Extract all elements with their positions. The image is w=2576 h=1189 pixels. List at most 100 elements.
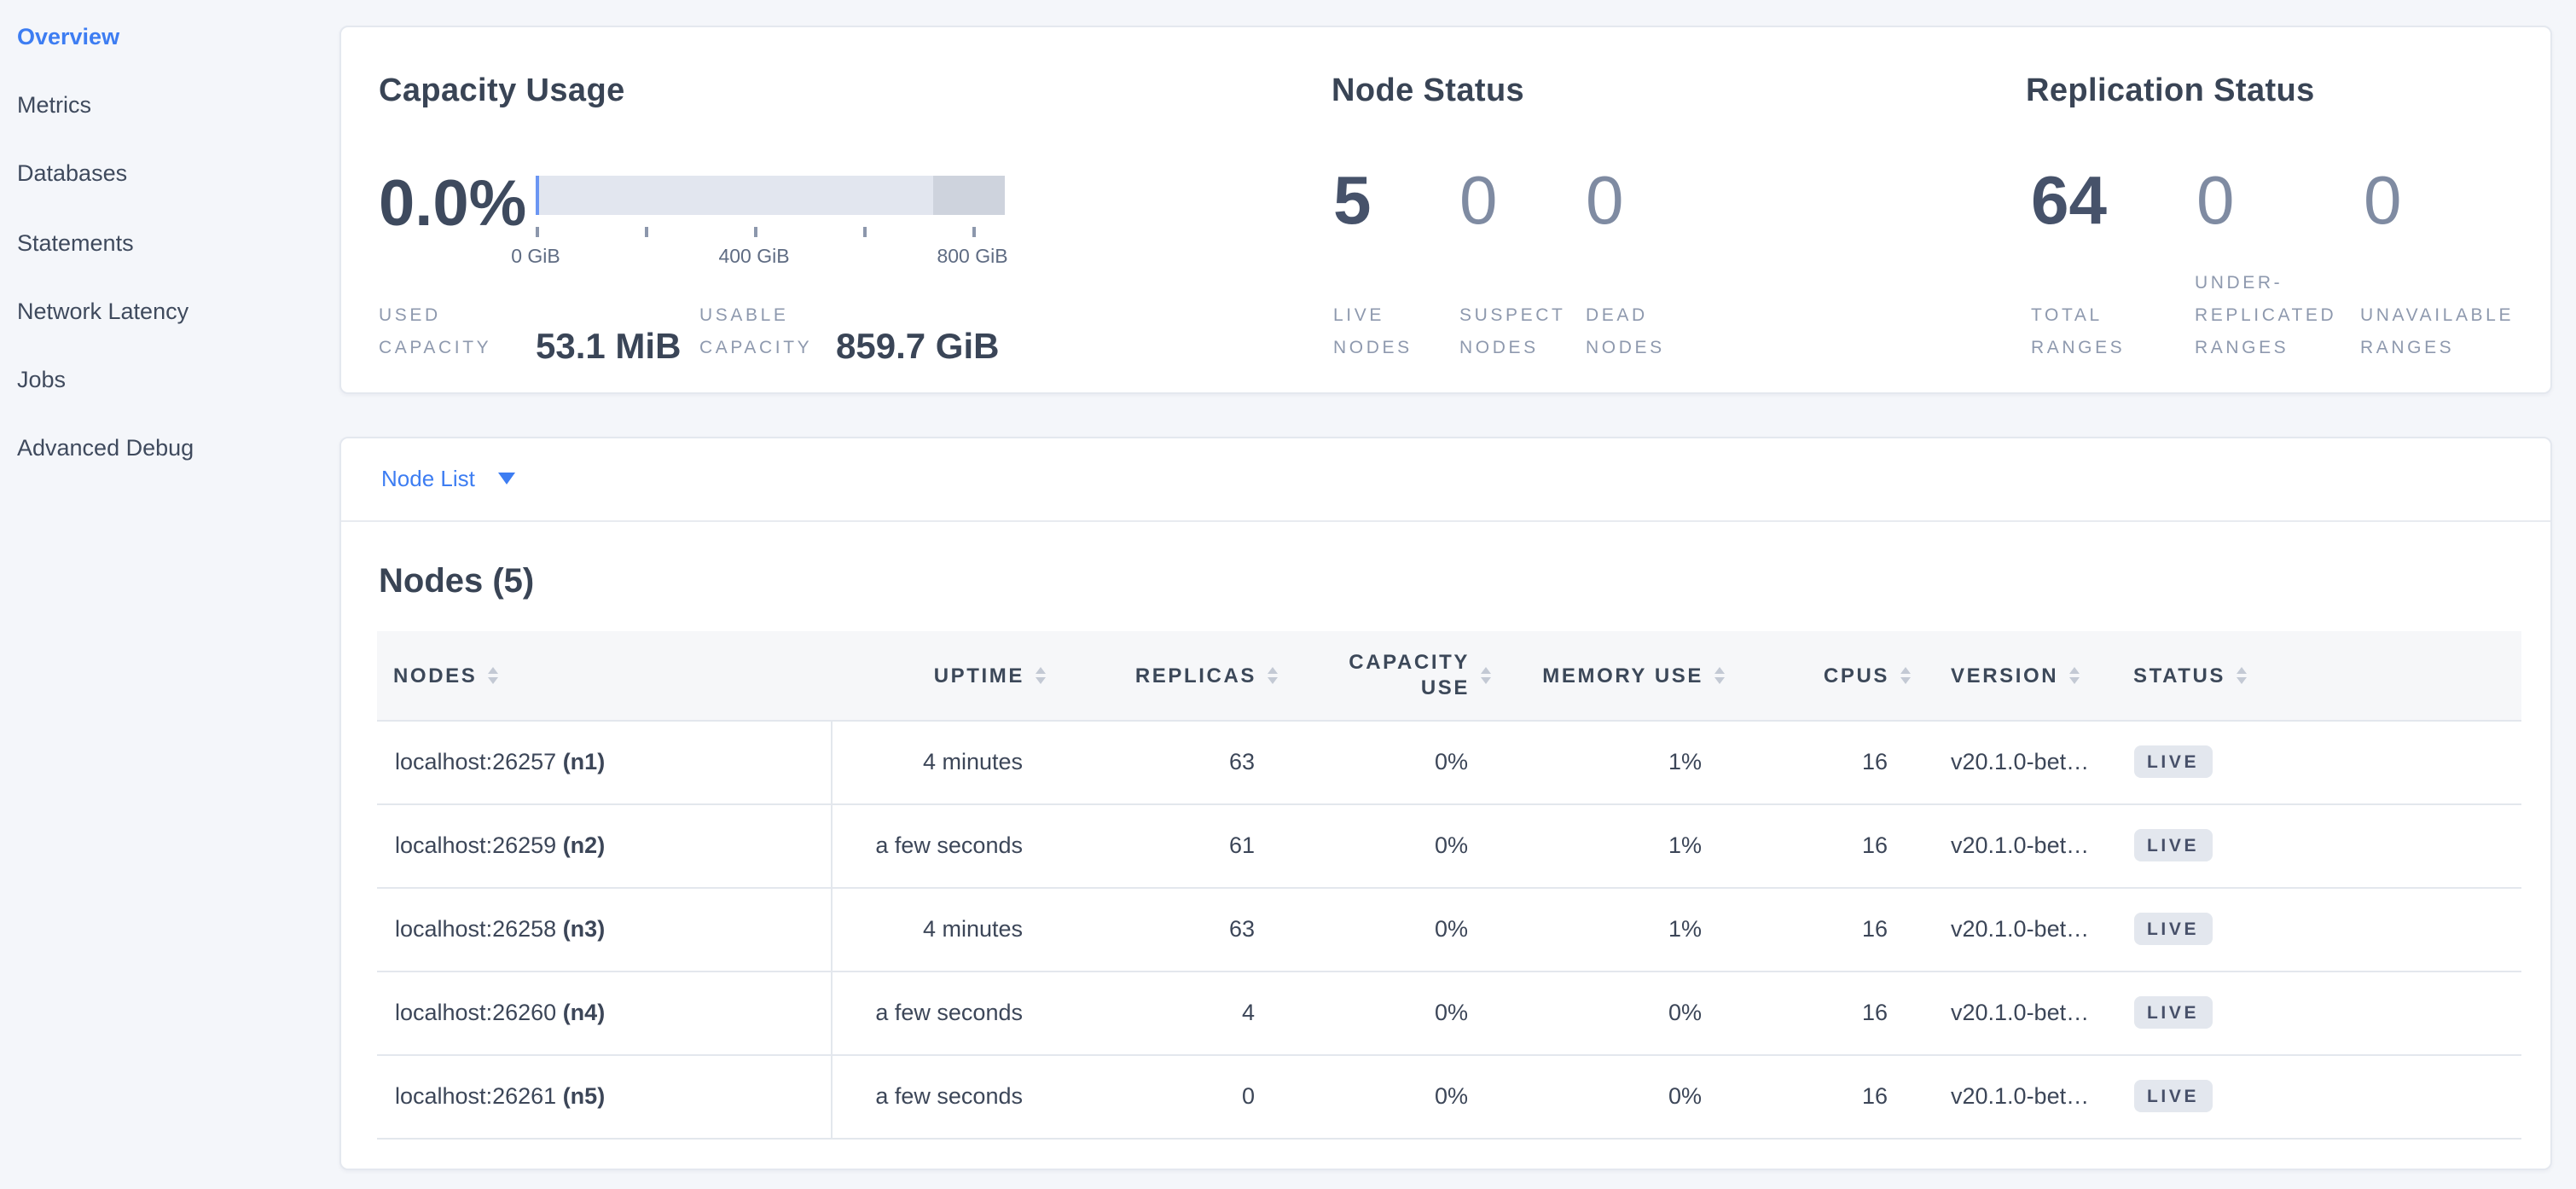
capacity-use-cell: 0%	[1285, 971, 1499, 1054]
cpus-cell: 16	[1732, 720, 1918, 803]
column-header-cpus[interactable]: CPUS	[1732, 631, 1918, 720]
axis-tick	[972, 226, 975, 236]
version-cell: v20.1.0-bet…	[1918, 803, 2101, 887]
node-address-link[interactable]: localhost:26257	[395, 749, 556, 774]
column-header-capacity-use[interactable]: CAPACITY USE	[1285, 631, 1499, 720]
dead-nodes-count: 0	[1586, 163, 1624, 238]
table-row-node-1[interactable]: localhost:26257 (n1) 4 minutes 63 0% 1% …	[376, 720, 2521, 803]
capacity-used-percent: 0.0%	[379, 170, 526, 238]
column-header-status[interactable]: STATUS	[2101, 631, 2521, 720]
capacity-use-cell: 0%	[1285, 887, 1499, 971]
table-row-node-3[interactable]: localhost:26258 (n3) 4 minutes 63 0% 1% …	[376, 887, 2521, 971]
column-header-replicas[interactable]: REPLICAS	[1053, 631, 1285, 720]
column-header-memory-use[interactable]: MEMORY USE	[1499, 631, 1732, 720]
sidebar-item-statements[interactable]: Statements	[0, 208, 338, 277]
column-label: NODES	[393, 664, 477, 687]
memory-use-cell: 1%	[1499, 887, 1732, 971]
capacity-bar-used-segment	[536, 175, 539, 214]
column-label: STATUS	[2133, 664, 2225, 687]
node-list-view-selector[interactable]: Node List	[340, 438, 2550, 521]
version-cell: v20.1.0-bet…	[1918, 971, 2101, 1054]
sidebar-item-label: Overview	[17, 23, 119, 49]
memory-use-cell: 1%	[1499, 720, 1732, 803]
sidebar-item-label: Advanced Debug	[17, 436, 194, 461]
nodes-count-heading: Nodes (5)	[379, 561, 534, 602]
sidebar-item-label: Metrics	[17, 92, 91, 118]
axis-tick	[863, 226, 866, 236]
axis-tick	[536, 226, 538, 236]
suspect-nodes-count: 0	[1459, 163, 1498, 238]
node-list-card: Node List Nodes (5) NODES UP	[339, 437, 2551, 1169]
capacity-use-cell: 0%	[1285, 803, 1499, 887]
table-header-row: NODES UPTIME REPLICAS CAPACITY USE	[376, 631, 2521, 720]
nodes-table: NODES UPTIME REPLICAS CAPACITY USE	[376, 631, 2521, 1139]
capacity-use-cell: 0%	[1285, 1054, 1499, 1138]
table-row-node-5[interactable]: localhost:26261 (n5) a few seconds 0 0% …	[376, 1054, 2521, 1138]
node-address-link[interactable]: localhost:26258	[395, 916, 556, 942]
under-replicated-ranges-count: 0	[2196, 163, 2235, 238]
capacity-use-cell: 0%	[1285, 720, 1499, 803]
sidebar-item-metrics[interactable]: Metrics	[0, 71, 338, 140]
sidebar-item-overview[interactable]: Overview	[0, 2, 338, 71]
table-row-node-2[interactable]: localhost:26259 (n2) a few seconds 61 0%…	[376, 803, 2521, 887]
sidebar-item-label: Databases	[17, 160, 127, 186]
column-header-uptime[interactable]: UPTIME	[832, 631, 1053, 720]
sidebar-item-label: Jobs	[17, 367, 66, 392]
sidebar-item-label: Network Latency	[17, 299, 189, 324]
sidebar-item-databases[interactable]: Databases	[0, 139, 338, 208]
status-badge: LIVE	[2133, 829, 2213, 862]
sidebar-item-advanced-debug[interactable]: Advanced Debug	[0, 415, 338, 484]
node-list-selector-label: Node List	[381, 467, 475, 492]
table-row-node-4[interactable]: localhost:26260 (n4) a few seconds 4 0% …	[376, 971, 2521, 1054]
replicas-cell: 63	[1053, 887, 1285, 971]
node-address-link[interactable]: localhost:26259	[395, 832, 556, 858]
column-label: REPLICAS	[1135, 664, 1256, 687]
dead-nodes-label: DEAD NODES	[1586, 269, 1671, 364]
unavailable-ranges-label: UNAVAILABLE RANGES	[2360, 269, 2531, 364]
memory-use-cell: 0%	[1499, 1054, 1732, 1138]
column-header-version[interactable]: VERSION	[1918, 631, 2101, 720]
sidebar-item-network-latency[interactable]: Network Latency	[0, 276, 338, 345]
sidebar-item-jobs[interactable]: Jobs	[0, 345, 338, 415]
column-label: CAPACITY USE	[1340, 650, 1470, 701]
node-id: (n4)	[563, 1000, 606, 1025]
uptime-cell: a few seconds	[832, 1054, 1053, 1138]
replicas-cell: 4	[1053, 971, 1285, 1054]
axis-tick	[754, 226, 757, 236]
node-address-link[interactable]: localhost:26261	[395, 1083, 556, 1109]
used-capacity-value: 53.1 MiB	[536, 327, 681, 368]
column-label: MEMORY USE	[1542, 664, 1703, 687]
axis-tick-label: 400 GiB	[699, 246, 809, 267]
node-id: (n2)	[563, 832, 606, 858]
column-label: UPTIME	[934, 664, 1024, 687]
axis-tick-label: 800 GiB	[918, 246, 1027, 267]
column-label: CPUS	[1824, 664, 1889, 687]
sort-icon	[1035, 667, 1045, 684]
sort-icon	[1900, 667, 1910, 684]
node-id: (n3)	[563, 916, 606, 942]
column-label: VERSION	[1951, 664, 2058, 687]
cluster-summary-card: Capacity Usage 0.0% 0 GiB 400 GiB 800 Gi…	[339, 25, 2551, 394]
version-cell: v20.1.0-bet…	[1918, 1054, 2101, 1138]
replicas-cell: 0	[1053, 1054, 1285, 1138]
sort-icon	[1267, 667, 1277, 684]
sort-icon	[487, 667, 497, 684]
usable-capacity-label: USABLE CAPACITY	[699, 269, 822, 364]
cpus-cell: 16	[1732, 1054, 1918, 1138]
status-badge: LIVE	[2133, 745, 2213, 779]
column-header-nodes[interactable]: NODES	[376, 631, 832, 720]
node-id: (n5)	[563, 1083, 606, 1109]
replication-status-title: Replication Status	[2026, 72, 2315, 110]
chevron-down-icon	[499, 473, 516, 485]
capacity-bar-reserved-segment	[933, 175, 1005, 214]
total-ranges-count: 64	[2031, 163, 2107, 238]
node-address-link[interactable]: localhost:26260	[395, 1000, 556, 1025]
cpus-cell: 16	[1732, 803, 1918, 887]
replicas-cell: 61	[1053, 803, 1285, 887]
under-replicated-ranges-label: UNDER-REPLICATED RANGES	[2195, 269, 2358, 364]
version-cell: v20.1.0-bet…	[1918, 887, 2101, 971]
capacity-usage-title: Capacity Usage	[379, 72, 625, 110]
uptime-cell: 4 minutes	[832, 720, 1053, 803]
version-cell: v20.1.0-bet…	[1918, 720, 2101, 803]
cpus-cell: 16	[1732, 971, 1918, 1054]
